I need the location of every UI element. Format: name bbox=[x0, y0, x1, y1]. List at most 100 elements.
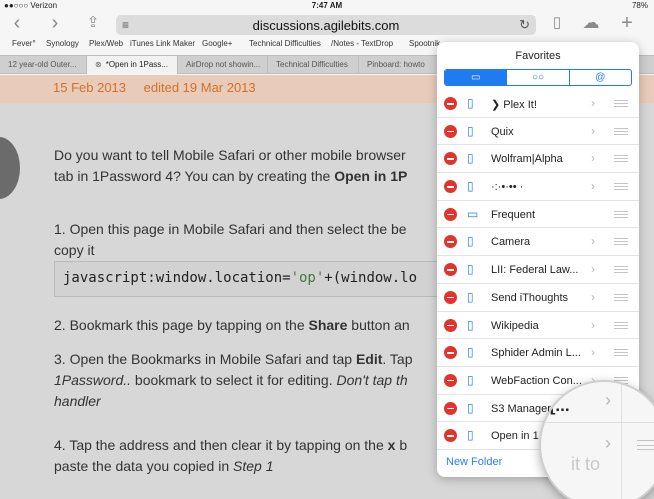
favorite-row[interactable]: ▯ ·:·•·•• · › bbox=[437, 173, 639, 201]
delete-icon[interactable] bbox=[444, 263, 457, 277]
battery-level: 78% bbox=[631, 1, 648, 10]
edited-date: edited 19 Mar 2013 bbox=[143, 80, 256, 95]
chevron-right-icon: › bbox=[605, 390, 611, 410]
book-icon: ▯ bbox=[467, 372, 474, 387]
book-icon: ▯ bbox=[467, 317, 474, 332]
loupe-row-divider bbox=[541, 422, 654, 423]
chevron-right-icon[interactable]: › bbox=[591, 179, 595, 193]
favorite-row[interactable]: ▯ Wolfram|Alpha › bbox=[437, 145, 639, 174]
book-icon: ▯ bbox=[467, 289, 474, 304]
reorder-handle-icon[interactable] bbox=[614, 210, 628, 218]
book-icon: ▯ bbox=[467, 262, 474, 277]
book-icon: ▯ bbox=[467, 234, 474, 249]
book-icon: ▯ bbox=[467, 400, 474, 415]
folder-icon: ▭ bbox=[467, 206, 479, 221]
favorite-row[interactable]: ▯ Wikipedia › bbox=[437, 312, 639, 340]
reorder-handle-icon[interactable] bbox=[614, 266, 628, 274]
clock: 7:47 AM bbox=[311, 1, 343, 10]
reorder-handle-icon[interactable] bbox=[614, 183, 628, 191]
reorder-handle-icon bbox=[637, 440, 654, 450]
favorite-row[interactable]: ▯ Send iThoughts › bbox=[437, 284, 639, 312]
back-button[interactable]: ‹ bbox=[6, 13, 28, 35]
bookmarks-button[interactable]: ▯ bbox=[546, 13, 568, 35]
favorites-bar-item[interactable]: /Notes - TextDrop bbox=[331, 39, 393, 48]
magnifier-loupe: ı[... › › it to bbox=[539, 380, 654, 499]
browser-tab-active[interactable]: ⊗ *Open in 1Pass... bbox=[87, 56, 178, 74]
chevron-right-icon[interactable]: › bbox=[591, 151, 595, 165]
reorder-handle-icon[interactable] bbox=[614, 155, 628, 163]
bookmarklet-code[interactable]: javascript:window.location='op'+(window.… bbox=[54, 261, 474, 297]
browser-tab[interactable]: 12 year-old Outer... bbox=[0, 56, 87, 74]
delete-icon[interactable] bbox=[444, 401, 457, 415]
favorite-row[interactable]: ▯ Sphider Admin L... › bbox=[437, 339, 639, 367]
loupe-background-text: it to bbox=[571, 454, 601, 474]
book-icon: ▯ bbox=[467, 151, 474, 166]
favorites-bar-item[interactable]: Plex/Web bbox=[89, 39, 123, 48]
favorites-bar-item[interactable]: iTunes Link Maker bbox=[130, 39, 195, 48]
chevron-right-icon[interactable]: › bbox=[591, 290, 595, 304]
favorites-bar-item[interactable]: Fever° bbox=[12, 39, 36, 48]
chevron-right-icon[interactable]: › bbox=[591, 124, 595, 138]
favorites-bar-item[interactable]: Google+ bbox=[202, 39, 232, 48]
favorites-bar-item[interactable]: Synology bbox=[46, 39, 79, 48]
step-3: 3. Open the Bookmarks in Mobile Safari a… bbox=[54, 351, 413, 409]
reorder-handle-icon[interactable] bbox=[614, 321, 628, 329]
delete-icon[interactable] bbox=[444, 290, 457, 304]
navigation-bar: ‹ › ⇪ ≡ discussions.agilebits.com ↻ ▯ ☁ … bbox=[0, 11, 654, 37]
avatar bbox=[0, 137, 20, 199]
favorite-row[interactable]: ▯ ❯ Plex It! › bbox=[437, 90, 639, 118]
favorites-bar-item[interactable]: Technical Difficulties bbox=[249, 39, 321, 48]
favorites-bar-item[interactable]: Spootnik bbox=[409, 39, 440, 48]
new-folder-button[interactable]: New Folder bbox=[446, 456, 502, 468]
reorder-handle-icon[interactable] bbox=[614, 349, 628, 357]
delete-icon[interactable] bbox=[444, 429, 457, 443]
address-bar[interactable]: ≡ discussions.agilebits.com ↻ bbox=[116, 15, 536, 35]
book-icon: ▯ bbox=[467, 428, 474, 443]
reload-icon[interactable]: ↻ bbox=[519, 17, 530, 33]
browser-tab[interactable]: Technical Difficulties bbox=[268, 56, 359, 74]
favorite-row[interactable]: ▭ Frequent bbox=[437, 201, 639, 229]
favorite-row[interactable]: ▯ Quix › bbox=[437, 118, 639, 146]
reorder-handle-icon[interactable] bbox=[614, 100, 628, 107]
paragraph-intro: Do you want to tell Mobile Safari or oth… bbox=[54, 147, 408, 184]
delete-icon[interactable] bbox=[444, 124, 457, 138]
chevron-right-icon: › bbox=[605, 433, 611, 453]
chevron-right-icon[interactable]: › bbox=[591, 262, 595, 276]
bookmarks-tab-icon[interactable]: ▭ bbox=[445, 70, 507, 85]
reorder-handle-icon[interactable] bbox=[614, 238, 628, 246]
delete-icon[interactable] bbox=[444, 373, 457, 387]
share-button[interactable]: ⇪ bbox=[82, 13, 104, 35]
browser-tab[interactable]: AirDrop not showin... bbox=[178, 56, 268, 74]
book-icon: ▯ bbox=[467, 123, 474, 138]
book-icon: ▯ bbox=[467, 96, 474, 110]
favorite-row[interactable]: ▯ Camera › bbox=[437, 228, 639, 257]
reorder-handle-icon[interactable] bbox=[614, 293, 628, 301]
chevron-right-icon[interactable]: › bbox=[591, 96, 595, 110]
new-tab-button[interactable]: + bbox=[616, 13, 638, 35]
reading-list-tab-icon[interactable]: ○○ bbox=[506, 70, 568, 85]
url-text: discussions.agilebits.com bbox=[252, 18, 400, 33]
cloud-tabs-button[interactable]: ☁ bbox=[580, 13, 602, 35]
delete-icon[interactable] bbox=[444, 152, 457, 166]
popover-title: Favorites bbox=[515, 50, 561, 62]
chevron-right-icon[interactable]: › bbox=[591, 318, 595, 332]
delete-icon[interactable] bbox=[444, 207, 457, 221]
delete-icon[interactable] bbox=[444, 180, 457, 194]
close-tab-icon[interactable]: ⊗ bbox=[95, 60, 102, 69]
post-date: 15 Feb 2013 bbox=[53, 80, 127, 95]
delete-icon[interactable] bbox=[444, 318, 457, 332]
bookmark-segment-control[interactable]: ▭ ○○ @ bbox=[444, 69, 632, 86]
delete-icon[interactable] bbox=[444, 97, 457, 110]
shared-links-tab-icon[interactable]: @ bbox=[568, 70, 631, 85]
favorite-row[interactable]: ▯ LII: Federal Law... › bbox=[437, 256, 639, 284]
reorder-handle-icon[interactable] bbox=[614, 127, 628, 135]
browser-tab[interactable]: Pinboard: howto bbox=[359, 56, 449, 74]
loupe-text: ı[... bbox=[545, 396, 570, 415]
delete-icon[interactable] bbox=[444, 346, 457, 360]
chevron-right-icon[interactable]: › bbox=[591, 345, 595, 359]
step-4: 4. Tap the address and then clear it by … bbox=[54, 437, 408, 474]
book-icon: ▯ bbox=[467, 345, 474, 360]
delete-icon[interactable] bbox=[444, 235, 457, 249]
forward-button[interactable]: › bbox=[44, 13, 66, 35]
chevron-right-icon[interactable]: › bbox=[591, 234, 595, 248]
